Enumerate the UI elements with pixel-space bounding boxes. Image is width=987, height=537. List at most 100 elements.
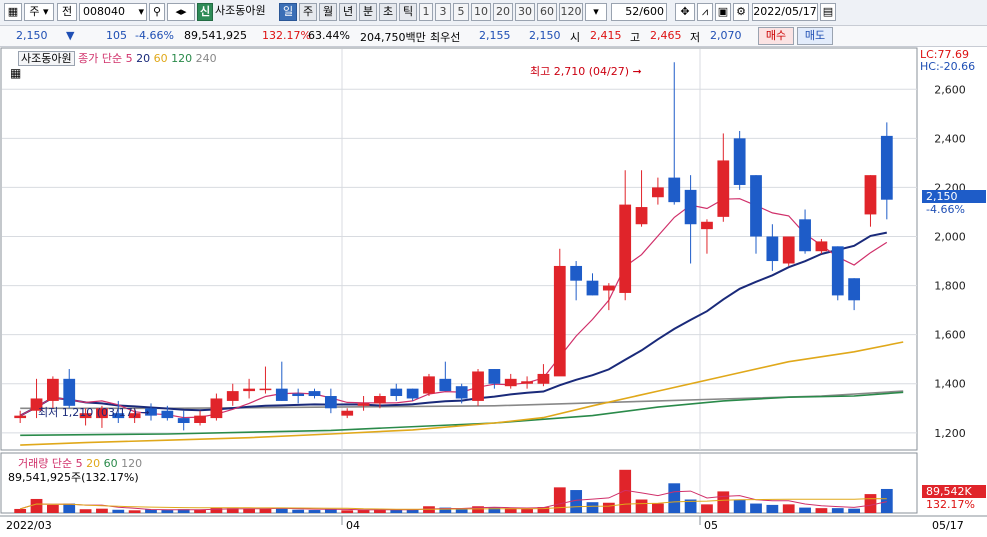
code-input[interactable]: 008040 ▾ <box>79 3 147 21</box>
search-icon[interactable]: ⚲ <box>149 3 165 21</box>
candle-body <box>194 415 206 424</box>
volume-value: 89,541,925 <box>184 29 247 42</box>
volume-bar <box>799 507 811 513</box>
candle-body <box>701 221 713 230</box>
x-label-start: 2022/03 <box>6 519 52 532</box>
period-year[interactable]: 년 <box>339 3 357 21</box>
grid-toggle-icon[interactable]: ▦ <box>10 66 21 80</box>
sell-button[interactable]: 매도 <box>797 27 833 45</box>
candle-body <box>602 285 615 291</box>
candle-body <box>733 138 746 185</box>
volume-bar <box>831 508 844 513</box>
candle-body <box>308 391 321 397</box>
price-value: 2,150 <box>16 29 48 42</box>
count-max: /600 <box>639 5 664 18</box>
volume-bar <box>112 509 125 513</box>
period-day[interactable]: 일 <box>279 3 297 21</box>
y-tick-label: 2,600 <box>934 83 966 96</box>
volume-bar <box>46 504 59 513</box>
buy-button[interactable]: 매수 <box>758 27 794 45</box>
volume-bar <box>864 494 877 513</box>
low-annotation: 최저 1,210 (03/17) ➞ <box>38 406 150 419</box>
candle-body <box>864 175 877 215</box>
volume-bar <box>553 487 566 513</box>
save-icon[interactable]: ▣ <box>715 3 731 21</box>
crosshair-icon[interactable]: ✥ <box>675 3 695 21</box>
period-second[interactable]: 초 <box>379 3 397 21</box>
count-field[interactable]: 52/600 <box>611 3 667 21</box>
hc-label: HC:-20.66 <box>920 60 976 73</box>
interval-120[interactable]: 120 <box>559 3 583 21</box>
interval-20[interactable]: 20 <box>493 3 513 21</box>
interval-30[interactable]: 30 <box>515 3 535 21</box>
last-price-tag: 2,150 <box>922 190 986 203</box>
candle-body <box>553 265 566 377</box>
candle-body <box>782 236 795 264</box>
volume-bar <box>30 498 43 513</box>
interval-5[interactable]: 5 <box>453 3 469 21</box>
x-label-may: 05 <box>704 519 718 532</box>
checkline-icon[interactable]: ⩘ <box>697 3 713 21</box>
candle-body <box>390 388 403 397</box>
open-price: 2,415 <box>590 29 622 42</box>
date-field[interactable]: 2022/05/17 <box>752 3 818 21</box>
volume-bar <box>652 503 664 513</box>
period-week[interactable]: 주 <box>299 3 317 21</box>
down-arrow-icon: ▼ <box>66 29 75 42</box>
price-chart[interactable]: 1,2001,4001,6001,8002,0002,2002,4002,600 <box>0 47 987 537</box>
code-value: 008040 <box>83 5 125 18</box>
grid-icon[interactable]: ▦ <box>4 3 22 21</box>
x-label-end: 05/17 <box>932 519 964 532</box>
gear-icon[interactable]: ⚙ <box>733 3 749 21</box>
toolbar: ▦ 주 ▾ 전 008040 ▾ ⚲ ◂▸ 신 사조동아원 일 주 월 년 분 초… <box>0 0 987 26</box>
candle-body <box>439 378 452 392</box>
period-tick[interactable]: 틱 <box>399 3 417 21</box>
amount: 204,750백만 <box>360 31 426 44</box>
vol-ratio: 132.17% <box>262 29 311 42</box>
interval-10[interactable]: 10 <box>471 3 491 21</box>
bid-price: 2,150 <box>529 29 561 42</box>
candle-body <box>161 410 174 419</box>
type-select[interactable]: 전 <box>57 3 77 21</box>
legend-ma5: 5 <box>125 52 133 65</box>
high-annotation: 최고 2,710 (04/27) ➞ <box>530 65 642 78</box>
history-icon[interactable]: ◂▸ <box>167 3 195 21</box>
quote-bar: 2,150 ▼ 105 -4.66% 89,541,925 132.17% 63… <box>0 26 987 47</box>
high-label: 고 <box>630 31 641 44</box>
candle-body <box>275 388 288 401</box>
volume-bar <box>128 510 141 513</box>
new-badge[interactable]: 신 <box>197 3 213 21</box>
candle-body <box>750 175 762 237</box>
volume-bar <box>63 503 76 513</box>
interval-dropdown[interactable]: ▾ <box>585 3 607 21</box>
high-annotation-text: 최고 2,710 (04/27) <box>530 65 630 78</box>
volume-bar <box>14 508 27 513</box>
interval-1[interactable]: 1 <box>419 3 433 21</box>
candle-body <box>292 393 305 397</box>
volume-bar <box>750 503 762 513</box>
y-tick-label: 2,000 <box>934 231 966 244</box>
interval-3[interactable]: 3 <box>435 3 451 21</box>
legend-price-label: 종가 단순 <box>78 52 123 65</box>
volume-bar <box>161 510 174 513</box>
candle-body <box>472 371 484 401</box>
open-label: 시 <box>570 31 581 44</box>
candle-body <box>619 204 632 293</box>
candle-body <box>717 160 730 217</box>
volume-bar <box>880 488 893 513</box>
period-month[interactable]: 월 <box>319 3 337 21</box>
volume-value-label: 89,541,925주(132.17%) <box>8 471 139 484</box>
volume-bar <box>766 504 779 513</box>
candle-body <box>177 418 190 424</box>
interval-60[interactable]: 60 <box>537 3 557 21</box>
candle-body <box>880 135 893 200</box>
volume-bar <box>210 507 223 513</box>
period-minute[interactable]: 분 <box>359 3 377 21</box>
x-label-apr: 04 <box>346 519 360 532</box>
volume-bar <box>733 499 746 513</box>
calendar-icon[interactable]: ▤ <box>820 3 836 21</box>
legend-stock-name[interactable]: 사조동아원 <box>18 51 75 66</box>
candle-body <box>423 376 435 394</box>
market-select[interactable]: 주 ▾ <box>24 3 54 21</box>
change-value: 105 <box>106 29 127 42</box>
